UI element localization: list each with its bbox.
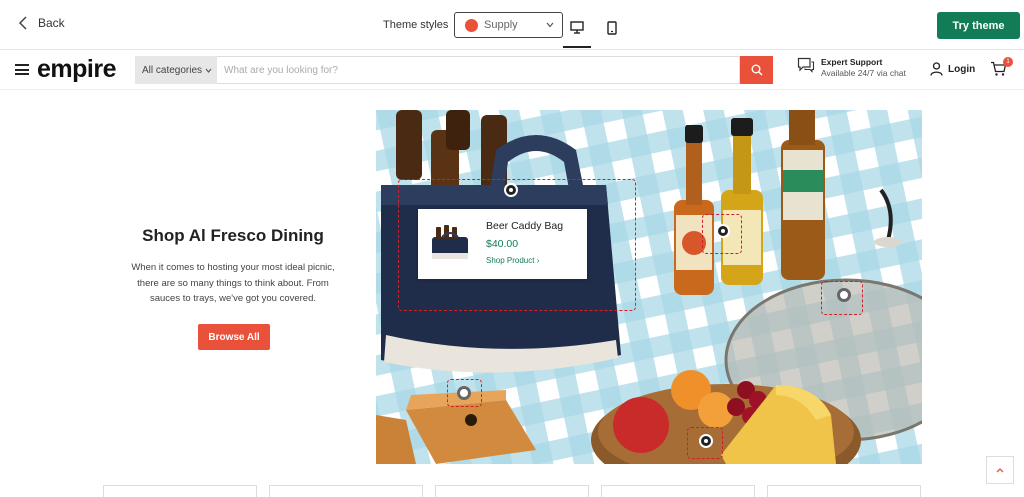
collection-card[interactable]	[601, 485, 755, 497]
desktop-view-button[interactable]	[563, 12, 591, 48]
product-thumbnail	[432, 225, 468, 259]
theme-preview-bar: Back Theme styles Supply Try theme	[0, 0, 1024, 50]
hotspot-dot[interactable]	[457, 386, 471, 400]
category-select[interactable]: All categories	[135, 56, 217, 84]
expert-support[interactable]: Expert Support Available 24/7 via chat	[797, 57, 906, 79]
store-logo[interactable]: empire	[37, 55, 116, 84]
chevron-up-icon	[996, 468, 1004, 473]
hotspot-dot[interactable]	[699, 434, 713, 448]
back-button[interactable]: Back	[18, 16, 65, 30]
theme-style-select[interactable]: Supply	[454, 12, 563, 38]
user-icon	[930, 62, 943, 76]
hotspot-dot-beer-caddy-bag[interactable]	[504, 183, 518, 197]
hero-image	[376, 110, 922, 464]
store-header: empire All categories Expert Support Ava…	[0, 51, 1024, 90]
hotspot-dot[interactable]	[837, 288, 851, 302]
try-theme-button[interactable]: Try theme	[937, 12, 1020, 39]
back-label: Back	[38, 16, 65, 30]
theme-style-value: Supply	[484, 19, 518, 31]
theme-color-dot	[465, 18, 478, 32]
desktop-icon	[570, 21, 584, 34]
cart-count-badge: 1	[1003, 57, 1013, 67]
product-popup-card[interactable]: Beer Caddy Bag $40.00 Shop Product ›	[418, 209, 587, 279]
collection-card[interactable]	[435, 485, 589, 497]
product-name: Beer Caddy Bag	[486, 220, 564, 232]
chevron-down-icon	[205, 68, 212, 73]
mobile-icon	[607, 21, 617, 35]
search-icon	[751, 64, 763, 76]
cart-button[interactable]: 1	[990, 57, 1013, 82]
login-link[interactable]: Login	[930, 62, 975, 76]
chat-icon	[797, 57, 815, 73]
browse-all-button[interactable]: Browse All	[198, 324, 270, 350]
category-select-value: All categories	[142, 64, 203, 76]
chevron-left-icon	[18, 16, 27, 30]
collection-card[interactable]	[269, 485, 423, 497]
hotspot-dot[interactable]	[716, 224, 730, 238]
theme-styles-label: Theme styles	[383, 19, 449, 31]
shop-product-link[interactable]: Shop Product ›	[486, 256, 539, 265]
hero-description: When it comes to hosting your most ideal…	[131, 262, 335, 304]
search-bar: All categories	[135, 56, 773, 84]
menu-icon[interactable]	[15, 64, 29, 75]
collection-card[interactable]	[767, 485, 921, 497]
hero-title: Shop Al Fresco Dining	[142, 226, 324, 245]
chevron-down-icon	[546, 22, 554, 28]
search-button[interactable]	[740, 56, 773, 84]
support-title: Expert Support	[821, 57, 883, 67]
search-input[interactable]	[217, 56, 740, 84]
login-label: Login	[948, 63, 976, 75]
support-subtitle: Available 24/7 via chat	[821, 68, 906, 78]
mobile-view-button[interactable]	[598, 12, 626, 48]
scroll-to-top-button[interactable]	[986, 456, 1014, 484]
collection-card[interactable]	[103, 485, 257, 497]
product-price: $40.00	[486, 238, 519, 250]
